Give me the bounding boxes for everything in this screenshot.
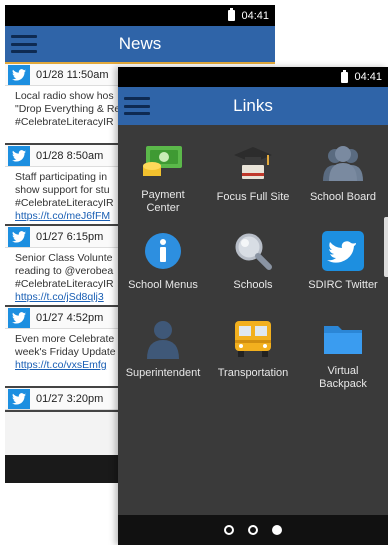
tile-label: Virtual Backpack bbox=[319, 365, 367, 390]
status-time: 04:41 bbox=[241, 9, 269, 22]
tile-label: School Menus bbox=[128, 279, 198, 291]
info-icon bbox=[140, 229, 186, 273]
twitter-icon bbox=[8, 226, 30, 247]
page-indicator bbox=[118, 515, 388, 545]
twitter-icon bbox=[320, 229, 366, 273]
twitter-icon bbox=[8, 145, 30, 166]
people-icon bbox=[320, 141, 366, 185]
tile-label: Superintendent bbox=[125, 367, 201, 379]
tile-superintendent[interactable]: Superintendent bbox=[118, 303, 208, 391]
news-date: 01/28 11:50am bbox=[36, 68, 109, 81]
status-bar: 04:41 bbox=[5, 5, 275, 26]
tile-label: Payment Center bbox=[141, 189, 185, 214]
tile-label: Schools bbox=[233, 279, 273, 291]
tile-schools[interactable]: Schools bbox=[208, 215, 298, 303]
news-date: 01/27 6:15pm bbox=[36, 230, 104, 243]
links-app-bar: Links bbox=[118, 87, 388, 125]
status-bar: 04:41 bbox=[118, 67, 388, 87]
page-title: News bbox=[118, 34, 162, 53]
person-icon bbox=[140, 317, 186, 361]
edge-handle bbox=[384, 217, 388, 277]
bus-icon bbox=[230, 317, 276, 361]
magnifier-icon bbox=[230, 229, 276, 273]
page-dot[interactable] bbox=[224, 525, 234, 535]
status-time: 04:41 bbox=[354, 71, 382, 83]
tile-transportation[interactable]: Transportation bbox=[208, 303, 298, 391]
news-date: 01/27 4:52pm bbox=[36, 311, 104, 324]
page-title: Links bbox=[233, 96, 273, 115]
news-date: 01/28 8:50am bbox=[36, 149, 104, 162]
twitter-icon bbox=[8, 64, 30, 85]
tile-sdirc-twitter[interactable]: SDIRC Twitter bbox=[298, 215, 388, 303]
page-dot-active[interactable] bbox=[272, 525, 282, 535]
twitter-icon bbox=[8, 388, 30, 409]
battery-icon bbox=[341, 69, 349, 83]
graduation-icon bbox=[230, 141, 276, 185]
tile-payment-center[interactable]: Payment Center bbox=[118, 127, 208, 215]
folder-icon bbox=[320, 317, 366, 359]
news-date: 01/27 3:20pm bbox=[36, 392, 104, 405]
money-icon bbox=[140, 141, 186, 183]
battery-icon bbox=[228, 8, 236, 21]
tile-school-board[interactable]: School Board bbox=[298, 127, 388, 215]
twitter-icon bbox=[8, 307, 30, 328]
tile-label: School Board bbox=[309, 191, 377, 203]
tile-label: Focus Full Site bbox=[216, 191, 290, 203]
links-screen: 04:41 Links Payment Center Focus Full Si… bbox=[118, 67, 388, 545]
tile-school-menus[interactable]: School Menus bbox=[118, 215, 208, 303]
tile-label: Transportation bbox=[217, 367, 289, 379]
page-dot[interactable] bbox=[248, 525, 258, 535]
news-app-bar: News bbox=[5, 26, 275, 64]
tile-focus-full-site[interactable]: Focus Full Site bbox=[208, 127, 298, 215]
tile-label: SDIRC Twitter bbox=[308, 279, 378, 291]
links-grid: Payment Center Focus Full Site School Bo… bbox=[118, 127, 388, 391]
tile-virtual-backpack[interactable]: Virtual Backpack bbox=[298, 303, 388, 391]
